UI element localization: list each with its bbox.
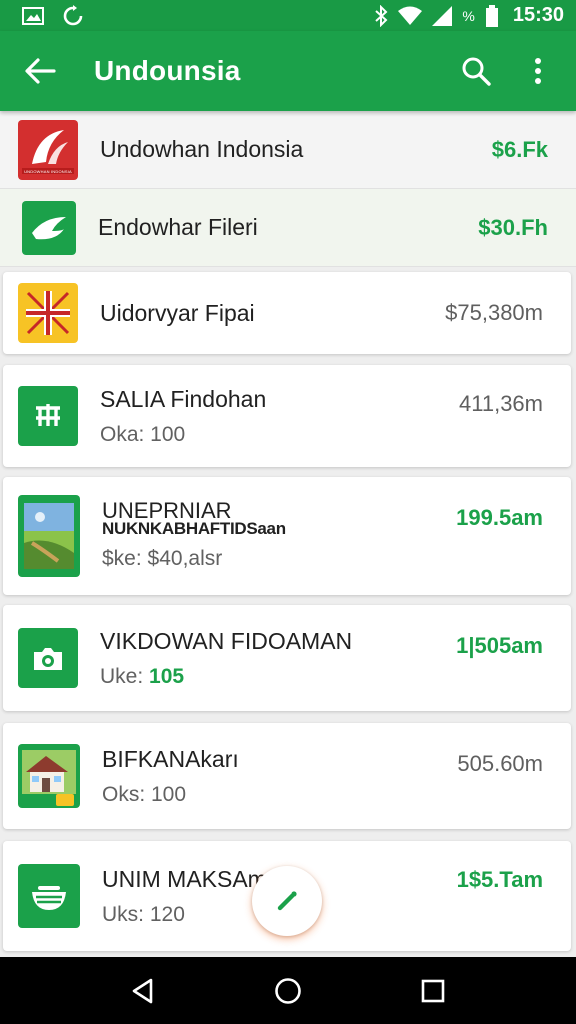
search-icon	[462, 57, 491, 86]
battery-percent: %	[462, 7, 475, 24]
nav-back-button[interactable]	[119, 967, 167, 1015]
list-item[interactable]: UNEPRNIAR NUKNKABHAFTIDSaan $ke: $40,als…	[3, 477, 571, 595]
gate-icon	[18, 386, 78, 446]
item-value: 411,36m	[459, 391, 543, 416]
sync-icon	[62, 4, 84, 27]
camera-icon	[18, 628, 78, 688]
item-list: UNDOWHAN INDONSIA Undowhan Indonsia $6.F…	[0, 111, 576, 957]
item-value: 505.60m	[457, 751, 543, 776]
more-vert-icon	[535, 58, 541, 84]
list-item[interactable]: VIKDOWAN FIDOAMAN Uke: 105 1|505am	[3, 605, 571, 711]
nav-home-button[interactable]	[264, 967, 312, 1015]
nav-recents-button[interactable]	[409, 967, 457, 1015]
item-value: $75,380m	[445, 300, 543, 325]
logo-caption: UNDOWHAN INDONSIA	[24, 168, 72, 174]
back-button[interactable]	[18, 49, 62, 93]
item-subtitle: Oks: 100	[102, 782, 187, 806]
item-subtitle: Uke: 105	[100, 664, 185, 688]
list-item[interactable]: UNDOWHAN INDONSIA Undowhan Indonsia $6.F…	[0, 111, 576, 189]
item-subtitle: $ke: $40,alsr	[102, 547, 223, 570]
red-bird-logo-icon: UNDOWHAN INDONSIA	[18, 119, 78, 180]
back-arrow-icon	[25, 58, 56, 84]
landscape-photo-icon	[18, 495, 80, 577]
leaf-logo-icon	[22, 200, 76, 255]
item-value: $6.Fk	[491, 136, 548, 162]
edit-fab-button[interactable]	[252, 866, 322, 936]
system-nav-bar	[0, 957, 576, 1024]
item-value: $30.Fh	[478, 214, 548, 240]
home-circle-icon	[275, 977, 301, 1004]
list-item[interactable]: BIFKANAkarı Oks: 100 505.60m	[3, 723, 571, 829]
item-value: 1$5.Tam	[456, 867, 543, 892]
item-subtitle: Uks: 120	[102, 902, 185, 926]
list-item[interactable]: Endowhar Fileri $30.Fh	[0, 189, 576, 267]
item-value: 199.5am	[456, 505, 543, 530]
bowl-icon	[18, 864, 80, 928]
wifi-icon	[398, 6, 423, 26]
house-photo-icon	[18, 744, 80, 808]
back-triangle-icon	[132, 978, 152, 1003]
page-title: Undounsia	[94, 55, 241, 86]
status-bar: % 15:30	[0, 0, 576, 31]
edit-pencil-icon	[277, 891, 297, 911]
more-options-button[interactable]	[518, 51, 558, 91]
app-bar: Undounsia	[0, 31, 576, 111]
search-button[interactable]	[456, 51, 496, 91]
image-icon	[22, 6, 44, 25]
list-item[interactable]: Uidorvyar Fipai $75,380m	[3, 272, 571, 354]
item-subtitle: Oka: 100	[100, 422, 186, 446]
list-item[interactable]: SALIA Findohan Oka: 100 411,36m	[3, 365, 571, 467]
item-value: 1|505am	[456, 633, 543, 658]
status-time: 15:30	[512, 4, 564, 26]
union-flag-icon	[18, 283, 78, 343]
battery-icon	[485, 4, 499, 27]
bluetooth-icon	[374, 4, 388, 27]
recents-square-icon	[422, 979, 445, 1002]
signal-icon	[432, 5, 453, 26]
